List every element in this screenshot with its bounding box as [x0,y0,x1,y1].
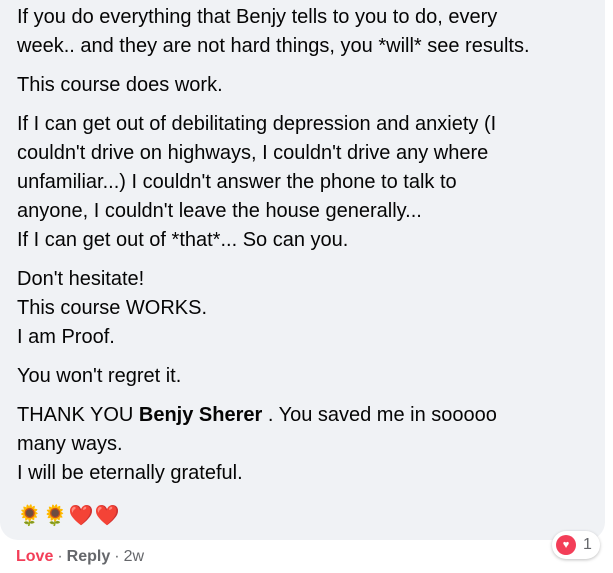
comment-paragraph-5: You won't regret it. [17,362,593,391]
reaction-count: 1 [583,536,592,553]
timestamp[interactable]: 2w [124,548,144,565]
comment-paragraph-3: If I can get out of debilitating depress… [17,110,593,255]
comment-line: If I can get out of debilitating depress… [17,113,497,135]
comment-paragraph-2: This course does work. [17,71,593,100]
comment-line: anyone, I couldn't leave the house gener… [17,200,422,222]
comment-paragraph-1: If you do everything that Benjy tells to… [17,3,593,61]
mention-link[interactable]: Benjy Sherer [139,404,262,426]
comment-line: If you do everything that Benjy tells to… [17,6,498,28]
comment-line: THANK YOU Benjy Sherer . You saved me in… [17,401,593,430]
comment-paragraph-thanks: THANK YOU Benjy Sherer . You saved me in… [17,401,593,488]
separator: · [57,548,63,565]
reaction-count-badge[interactable]: ♥ 1 [552,531,600,559]
reply-button[interactable]: Reply [67,548,111,565]
comment-line: If I can get out of *that*... So can you… [17,229,349,251]
comment-line: Don't hesitate! [17,268,145,290]
comment-line: many ways. [17,433,123,455]
thanks-suffix: . You saved me in sooooo [262,404,497,426]
comment-line: unfamiliar...) I couldn't answer the pho… [17,171,457,193]
comment-actions: Love · Reply · 2w [16,547,144,567]
comment-line: You won't regret it. [17,365,182,387]
separator: · [114,548,120,565]
heart-reaction-icon: ♥ [556,535,576,555]
love-button[interactable]: Love [16,548,53,565]
comment-line: I will be eternally grateful. [17,462,243,484]
thanks-prefix: THANK YOU [17,404,139,426]
comment-line: This course WORKS. [17,297,208,319]
comment-line: couldn't drive on highways, I couldn't d… [17,142,489,164]
comment-paragraph-4: Don't hesitate! This course WORKS. I am … [17,265,593,352]
comment-line: I am Proof. [17,326,115,348]
comment-line: week.. and they are not hard things, you… [17,35,530,57]
comment-line: This course does work. [17,74,223,96]
emoji-row: 🌻🌻❤️❤️ [17,505,121,527]
comment-bubble: If you do everything that Benjy tells to… [0,0,605,540]
